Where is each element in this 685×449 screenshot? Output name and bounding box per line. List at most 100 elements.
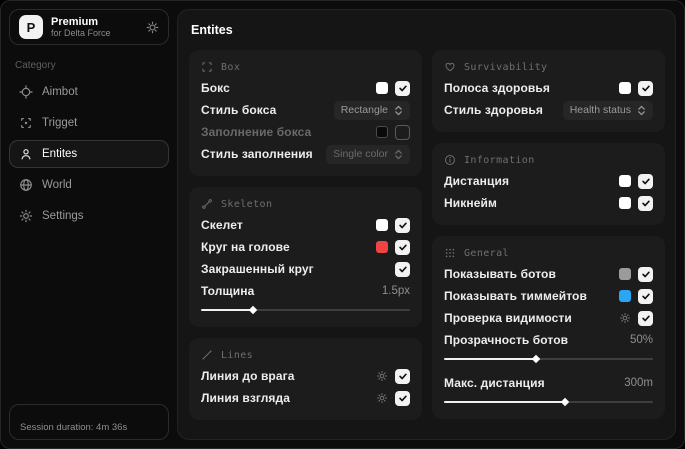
line-icon [201,349,213,361]
sidebar-item-label: Trigget [42,117,78,129]
sidebar-item-aimbot[interactable]: Aimbot [9,78,169,106]
session-duration-text: Session duration: 4m 36s [20,422,128,433]
checkbox-checked[interactable] [638,310,653,326]
slider-thumb[interactable] [249,305,258,315]
sidebar-nav: Aimbot Trigget Entites World Settings [9,78,169,230]
color-swatch[interactable] [376,126,388,138]
setting-row: Макс. дистанция 300m [444,376,653,390]
row-gear-icon[interactable] [619,312,631,324]
panel-header-label: Information [464,154,535,166]
panel-header-label: General [464,247,509,259]
page-title: Entites [191,23,233,37]
survivability-card: Survivability Полоса здоровья Стиль здор… [432,50,665,132]
checkbox-unchecked[interactable] [395,124,410,140]
checkbox-checked[interactable] [395,261,410,277]
session-duration-card: Session duration: 4m 36s [9,404,169,440]
row-gear-icon[interactable] [376,370,388,382]
checkbox-checked[interactable] [638,288,653,304]
panel-header-label: Skeleton [221,198,273,210]
color-swatch[interactable] [619,175,631,187]
checkbox-checked[interactable] [638,195,653,211]
setting-row: Полоса здоровья [444,77,653,99]
checkbox-checked[interactable] [395,368,410,384]
globe-icon [19,178,33,192]
gear-icon [19,209,33,223]
sidebar-item-world[interactable]: World [9,171,169,199]
checkbox-checked[interactable] [638,173,653,189]
setting-row: Линия до врага [201,365,410,387]
checkbox-checked[interactable] [395,217,410,233]
brand-subtitle: for Delta Force [51,28,111,39]
brand-logo: P [19,15,43,39]
color-swatch[interactable] [619,82,631,94]
panel-header-label: Box [221,61,241,73]
setting-row: Линия взгляда [201,387,410,409]
checkbox-checked[interactable] [638,80,653,96]
bot-opacity-slider[interactable] [444,354,653,364]
thickness-slider[interactable] [201,305,410,315]
brand-card: P Premium for Delta Force [9,9,169,45]
color-swatch[interactable] [376,82,388,94]
max-distance-slider[interactable] [444,397,653,407]
brand-title: Premium [51,15,99,28]
sidebar-item-label: Aimbot [42,86,78,98]
grid-icon [444,247,456,259]
sidebar-item-label: Settings [42,210,84,222]
person-icon [19,147,33,161]
setting-row: Закрашенный круг [201,258,410,280]
checkbox-checked[interactable] [395,390,410,406]
setting-row: Стиль здоровья Health status [444,99,653,121]
color-swatch[interactable] [619,197,631,209]
sidebar-item-trigget[interactable]: Trigget [9,109,169,137]
setting-row: Дистанция [444,170,653,192]
slider-thumb[interactable] [531,354,541,364]
skeleton-card: Skeleton Скелет Круг на голове Закрашенн… [189,187,422,327]
row-gear-icon[interactable] [376,392,388,404]
setting-row: Стиль бокса Rectangle [201,99,410,121]
color-swatch[interactable] [619,268,631,280]
box-icon [201,61,213,73]
target-icon [19,116,33,130]
checkbox-checked[interactable] [395,239,410,255]
sidebar-item-entites[interactable]: Entites [9,140,169,168]
color-swatch[interactable] [376,241,388,253]
setting-row: Стиль заполнения Single color [201,143,410,165]
setting-row: Никнейм [444,192,653,214]
setting-row: Заполнение бокса [201,121,410,143]
unfold-icon [394,149,403,160]
setting-row: Скелет [201,214,410,236]
information-card: Information Дистанция Никнейм [432,143,665,225]
checkbox-checked[interactable] [638,266,653,282]
setting-row: Показывать ботов [444,263,653,285]
setting-row: Проверка видимости [444,307,653,329]
slider-thumb[interactable] [560,397,570,407]
color-swatch[interactable] [376,219,388,231]
box-card: Box Бокс Стиль бокса Rectangle Заполнени… [189,50,422,176]
fill-style-dropdown[interactable]: Single color [326,144,410,164]
unfold-icon [637,105,646,116]
general-card: General Показывать ботов Показывать тимм… [432,236,665,419]
heart-icon [444,61,456,73]
lines-card: Lines Линия до врага Линия взгляда [189,338,422,420]
setting-row: Бокс [201,77,410,99]
setting-row: Показывать тиммейтов [444,285,653,307]
color-swatch[interactable] [619,290,631,302]
health-style-dropdown[interactable]: Health status [562,100,653,120]
crosshair-icon [19,85,33,99]
brand-gear-icon[interactable] [146,21,159,34]
sidebar: P Premium for Delta Force Category Aimbo… [1,1,177,448]
setting-row: Круг на голове [201,236,410,258]
sidebar-item-settings[interactable]: Settings [9,202,169,230]
panel-header-label: Lines [221,349,254,361]
thickness-value: 1.5px [381,285,410,297]
unfold-icon [394,105,403,116]
max-distance-value: 300m [624,377,653,389]
sidebar-item-label: Entites [42,148,78,160]
checkbox-checked[interactable] [395,80,410,96]
panel-header-label: Survivability [464,61,548,73]
box-style-dropdown[interactable]: Rectangle [333,100,410,120]
setting-row: Толщина 1.5px [201,284,410,298]
category-label: Category [15,60,56,71]
bot-opacity-value: 50% [629,334,653,346]
sidebar-item-label: World [42,179,72,191]
